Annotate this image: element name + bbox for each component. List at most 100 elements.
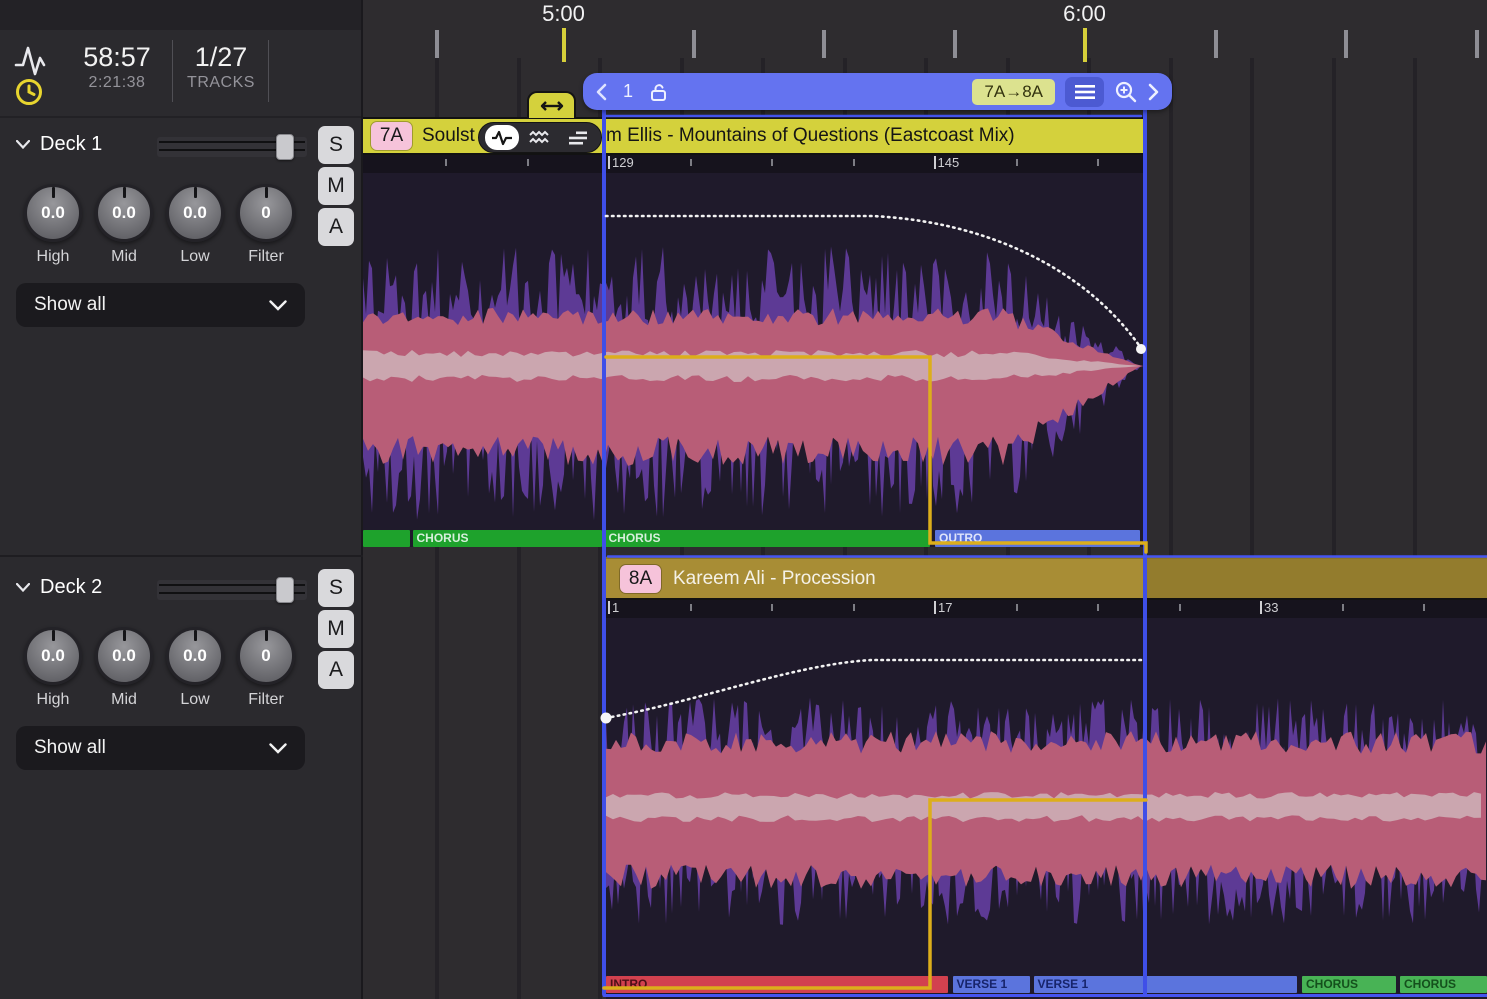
sidebar: 58:57 2:21:38 1/27 TRACKS Deck 1 0.0High… — [0, 0, 363, 999]
fader-handle[interactable] — [276, 134, 294, 160]
chevron-down-icon — [269, 300, 287, 311]
ruler-tick-minute — [1083, 28, 1087, 62]
deck-1-name: Deck 1 — [40, 133, 102, 156]
beat-tick — [1097, 604, 1099, 611]
ruler-time-label: 6:00 — [1045, 1, 1125, 27]
beat-tick — [853, 159, 855, 166]
ruler-tick — [1344, 30, 1348, 58]
clip2-beat-ruler: 1 17 33 — [606, 600, 1487, 618]
section-outro[interactable]: OUTRO — [935, 530, 1140, 547]
sections-view-button[interactable] — [561, 125, 595, 150]
left-right-arrow-icon — [540, 100, 564, 112]
clip2-waveform — [606, 618, 1487, 976]
ruler-tick — [1214, 30, 1218, 58]
deck-1-auto-button[interactable]: A — [318, 208, 354, 246]
beat-label: 33 — [1260, 601, 1278, 615]
deck-panel-2: Deck 2 0.0High0.0Mid0.0Low0Filter SMA Sh… — [0, 563, 363, 999]
deck-2-auto-button[interactable]: A — [318, 651, 354, 689]
clip1-beat-ruler: 129 145 — [363, 155, 1143, 173]
resize-handle-tab[interactable] — [527, 91, 576, 118]
deck-1-solo-button[interactable]: S — [318, 126, 354, 164]
section-chorus[interactable]: CHORUS — [413, 530, 603, 547]
beat-label: 1 — [608, 601, 619, 615]
prev-transition-button[interactable] — [595, 83, 607, 101]
knob-high[interactable]: 0.0High — [17, 184, 89, 266]
divider — [268, 40, 269, 102]
next-transition-button[interactable] — [1148, 83, 1160, 101]
divider — [172, 40, 173, 102]
fader-handle[interactable] — [276, 577, 294, 603]
tracks-label: TRACKS — [176, 72, 266, 94]
deck-2-name: Deck 2 — [40, 576, 102, 599]
beat-tick — [771, 159, 773, 166]
section-chorus[interactable]: CHORUS — [1400, 976, 1487, 993]
library-filter-value: Show all — [34, 294, 106, 316]
beat-tick — [690, 159, 692, 166]
beat-label: 17 — [934, 601, 952, 615]
ruler-tick — [822, 30, 826, 58]
transition-menu-button[interactable] — [1065, 77, 1104, 107]
beat-tick — [1179, 604, 1181, 611]
total-time-value: 2:21:38 — [62, 72, 172, 94]
transition-number: 1 — [623, 81, 633, 102]
ruler-tick — [1475, 30, 1479, 58]
ruler-time-label: 5:00 — [524, 1, 604, 27]
library-filter-dropdown[interactable]: Show all — [16, 283, 305, 327]
beat-tick — [445, 159, 447, 166]
beat-tick — [1016, 604, 1018, 611]
clip-track-1[interactable]: 7A Soulst — [363, 117, 1143, 547]
key-transition-badge[interactable]: 7A→8A — [972, 79, 1055, 105]
section-intro[interactable]: INTRO — [606, 976, 948, 993]
clip-track-2[interactable]: 8A Kareem Ali - Procession 1 17 33 INTRO VE… — [606, 557, 1487, 999]
knob-filter[interactable]: 0Filter — [230, 627, 302, 709]
clip1-waveform — [363, 173, 1143, 530]
deck-volume-fader[interactable] — [157, 577, 307, 603]
chevron-down-icon[interactable] — [16, 140, 30, 149]
track-counter: 1/27 TRACKS — [176, 42, 266, 94]
section-chorus[interactable]: CHORUS — [605, 530, 931, 547]
key-badge-track2: 8A — [620, 565, 661, 593]
time-ruler[interactable]: 5:00 6:00 — [363, 0, 1487, 64]
sidebar-top-strip — [0, 0, 361, 30]
section-verse-1[interactable]: VERSE 1 — [953, 976, 1031, 993]
beat-tick — [1342, 604, 1344, 611]
beat-tick — [1016, 159, 1018, 166]
knob-high[interactable]: 0.0High — [17, 627, 89, 709]
elapsed-time-value: 58:57 — [62, 42, 172, 72]
clip1-header[interactable]: 7A Soulst — [363, 117, 1143, 155]
chevron-down-icon[interactable] — [16, 583, 30, 592]
ruler-tick-minute — [562, 28, 566, 62]
deck-1-mute-button[interactable]: M — [318, 167, 354, 205]
unlock-icon[interactable] — [649, 82, 669, 102]
knob-filter[interactable]: 0Filter — [230, 184, 302, 266]
waveform-view-button[interactable] — [485, 125, 519, 150]
section-verse-1[interactable]: VERSE 1 — [1034, 976, 1298, 993]
panel-divider — [0, 555, 363, 557]
knob-low[interactable]: 0.0Low — [159, 184, 231, 266]
deck-volume-fader[interactable] — [157, 134, 307, 160]
elapsed-time: 58:57 2:21:38 — [62, 42, 172, 94]
ruler-tick — [435, 30, 439, 58]
knob-mid[interactable]: 0.0Mid — [88, 184, 160, 266]
knob-mid[interactable]: 0.0Mid — [88, 627, 160, 709]
beat-tick — [853, 604, 855, 611]
clip1-title-prefix: Soulst — [422, 125, 475, 147]
clip2-header[interactable]: 8A Kareem Ali - Procession — [606, 557, 1487, 600]
beat-label: 145 — [934, 156, 960, 170]
knob-low[interactable]: 0.0Low — [159, 627, 231, 709]
transition-toolbar[interactable]: 1 7A→8A — [583, 73, 1172, 110]
clip1-sections: CHORUSCHORUSOUTRO — [363, 530, 1143, 548]
section-chorus[interactable]: CHORUS — [1302, 976, 1396, 993]
frequency-view-button[interactable] — [523, 125, 557, 150]
deck-2-mute-button[interactable]: M — [318, 610, 354, 648]
library-filter-dropdown[interactable]: Show all — [16, 726, 305, 770]
zoom-in-icon[interactable] — [1114, 80, 1138, 104]
beat-label: 129 — [608, 156, 634, 170]
section-segment[interactable] — [363, 530, 410, 547]
session-header: 58:57 2:21:38 1/27 TRACKS — [0, 30, 361, 118]
clip1-tools-pill — [478, 122, 602, 153]
beat-tick — [527, 159, 529, 166]
clock-icon — [15, 78, 43, 111]
deck-2-solo-button[interactable]: S — [318, 569, 354, 607]
dj-mix-timeline-app: 5:00 6:00 7A Soulst — [0, 0, 1487, 999]
